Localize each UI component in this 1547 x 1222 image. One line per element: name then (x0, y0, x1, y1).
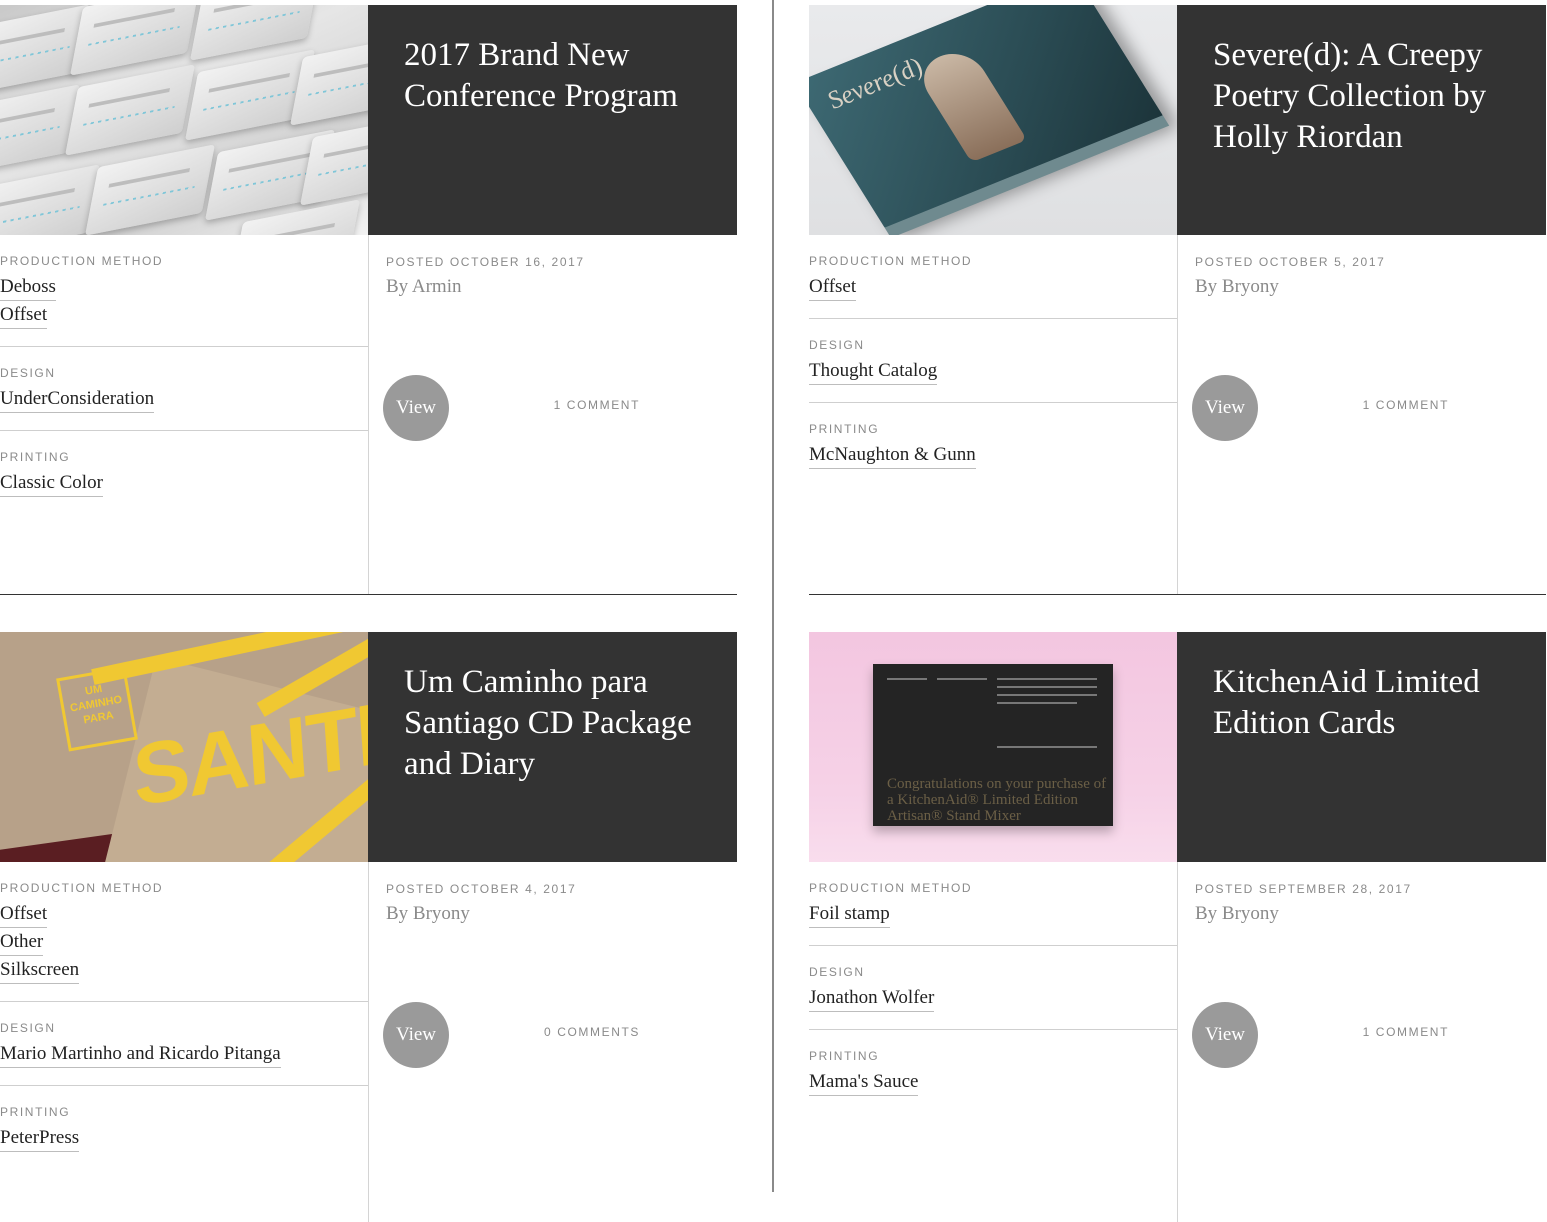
printing-link[interactable]: Classic Color (0, 472, 103, 497)
post-thumbnail[interactable]: Congratulations on your purchase of a Ki… (809, 632, 1177, 862)
design-label: DESIGN (809, 338, 865, 352)
printing-section: PRINTING McNaughton & Gunn (809, 403, 1177, 486)
view-button[interactable]: View (1192, 1002, 1258, 1068)
design-section: DESIGN Thought Catalog (809, 319, 1177, 403)
view-button[interactable]: View (383, 375, 449, 441)
printing-link[interactable]: Mama's Sauce (809, 1071, 919, 1096)
design-link[interactable]: UnderConsideration (0, 388, 155, 413)
post-author[interactable]: By Bryony (386, 903, 470, 925)
printing-link[interactable]: McNaughton & Gunn (809, 444, 976, 469)
production-method-link[interactable]: Offset (0, 903, 48, 928)
book-cover: Severe(d) (809, 5, 1170, 235)
post-meta: PRODUCTION METHOD Offset Other Silkscree… (0, 862, 368, 1222)
post-info: POSTED OCTOBER 16, 2017 By Armin View 1 … (368, 235, 737, 595)
production-method-label: PRODUCTION METHOD (0, 881, 164, 895)
post-author[interactable]: By Bryony (1195, 276, 1279, 298)
post-title-block[interactable]: Severe(d): A Creepy Poetry Collection by… (1177, 5, 1546, 235)
design-label: DESIGN (809, 965, 865, 979)
comments-link[interactable]: 1 COMMENT (1363, 398, 1449, 412)
post-author[interactable]: By Armin (386, 276, 461, 298)
post-info: POSTED OCTOBER 5, 2017 By Bryony View 1 … (1177, 235, 1546, 595)
post-title[interactable]: KitchenAid Limited Edition Cards (1213, 662, 1510, 744)
printing-section: PRINTING PeterPress (0, 1086, 368, 1169)
production-method-link[interactable]: Other (0, 931, 44, 956)
production-method-section: PRODUCTION METHOD Offset Other Silkscree… (0, 862, 368, 1002)
post-title[interactable]: Um Caminho para Santiago CD Package and … (404, 662, 701, 785)
kitchenaid-card: Congratulations on your purchase of a Ki… (873, 664, 1113, 826)
column-divider (772, 0, 774, 1192)
production-method-label: PRODUCTION METHOD (809, 254, 973, 268)
comments-link[interactable]: 0 COMMENTS (544, 1025, 640, 1039)
post-title[interactable]: 2017 Brand New Conference Program (404, 35, 701, 117)
book-cover-title: Severe(d) (821, 52, 929, 115)
post-card: Severe(d) Severe(d): A Creepy Poetry Col… (809, 0, 1546, 595)
book-spine (884, 115, 1170, 235)
post-info: POSTED SEPTEMBER 28, 2017 By Bryony View… (1177, 862, 1546, 1222)
post-meta: PRODUCTION METHOD Offset DESIGN Thought … (809, 235, 1177, 595)
printing-label: PRINTING (809, 1049, 880, 1063)
production-method-link[interactable]: Offset (0, 304, 48, 329)
production-method-section: PRODUCTION METHOD Deboss Offset (0, 235, 368, 347)
design-label: DESIGN (0, 1021, 56, 1035)
post-thumbnail[interactable]: Severe(d) (809, 5, 1177, 235)
um-caminho-box: UM CAMINHO PARA (56, 666, 138, 752)
production-method-label: PRODUCTION METHOD (809, 881, 973, 895)
comments-link[interactable]: 1 COMMENT (554, 398, 640, 412)
production-method-link[interactable]: Deboss (0, 276, 56, 301)
post-card: UM CAMINHO PARA SANTIAGO Um Caminho para… (0, 627, 737, 1222)
post-date: POSTED OCTOBER 5, 2017 (1195, 255, 1386, 269)
comments-link[interactable]: 1 COMMENT (1363, 1025, 1449, 1039)
post-title-block[interactable]: 2017 Brand New Conference Program (368, 5, 737, 235)
post-author[interactable]: By Bryony (1195, 903, 1279, 925)
post-date: POSTED OCTOBER 4, 2017 (386, 882, 577, 896)
production-method-link[interactable]: Offset (809, 276, 857, 301)
design-link[interactable]: Mario Martinho and Ricardo Pitanga (0, 1043, 281, 1068)
post-info: POSTED OCTOBER 4, 2017 By Bryony View 0 … (368, 862, 737, 1222)
post-title[interactable]: Severe(d): A Creepy Poetry Collection by… (1213, 35, 1510, 158)
design-link[interactable]: Jonathon Wolfer (809, 987, 935, 1012)
post-meta: PRODUCTION METHOD Foil stamp DESIGN Jona… (809, 862, 1177, 1222)
printing-link[interactable]: PeterPress (0, 1127, 80, 1152)
printing-section: PRINTING Classic Color (0, 431, 368, 514)
printing-section: PRINTING Mama's Sauce (809, 1030, 1177, 1113)
post-card: Congratulations on your purchase of a Ki… (809, 627, 1546, 1222)
view-button[interactable]: View (383, 1002, 449, 1068)
design-label: DESIGN (0, 366, 56, 380)
post-date: POSTED SEPTEMBER 28, 2017 (1195, 882, 1412, 896)
post-title-block[interactable]: Um Caminho para Santiago CD Package and … (368, 632, 737, 862)
post-title-block[interactable]: KitchenAid Limited Edition Cards (1177, 632, 1546, 862)
design-link[interactable]: Thought Catalog (809, 360, 938, 385)
production-method-label: PRODUCTION METHOD (0, 254, 164, 268)
design-section: DESIGN UnderConsideration (0, 347, 368, 431)
production-method-section: PRODUCTION METHOD Offset (809, 235, 1177, 319)
design-section: DESIGN Mario Martinho and Ricardo Pitang… (0, 1002, 368, 1086)
printing-label: PRINTING (0, 450, 71, 464)
production-method-link[interactable]: Silkscreen (0, 959, 80, 984)
post-thumbnail[interactable] (0, 5, 368, 235)
foil-stamped-text: Congratulations on your purchase of a Ki… (887, 776, 1107, 824)
post-card: 2017 Brand New Conference Program PRODUC… (0, 0, 737, 595)
book-figure (912, 45, 1028, 163)
design-section: DESIGN Jonathon Wolfer (809, 946, 1177, 1030)
card-divider (0, 594, 737, 595)
production-method-link[interactable]: Foil stamp (809, 903, 890, 928)
card-divider (809, 594, 1546, 595)
post-thumbnail[interactable]: UM CAMINHO PARA SANTIAGO (0, 632, 368, 862)
printing-label: PRINTING (809, 422, 880, 436)
printing-label: PRINTING (0, 1105, 71, 1119)
production-method-section: PRODUCTION METHOD Foil stamp (809, 862, 1177, 946)
post-meta: PRODUCTION METHOD Deboss Offset DESIGN U… (0, 235, 368, 595)
view-button[interactable]: View (1192, 375, 1258, 441)
post-date: POSTED OCTOBER 16, 2017 (386, 255, 585, 269)
